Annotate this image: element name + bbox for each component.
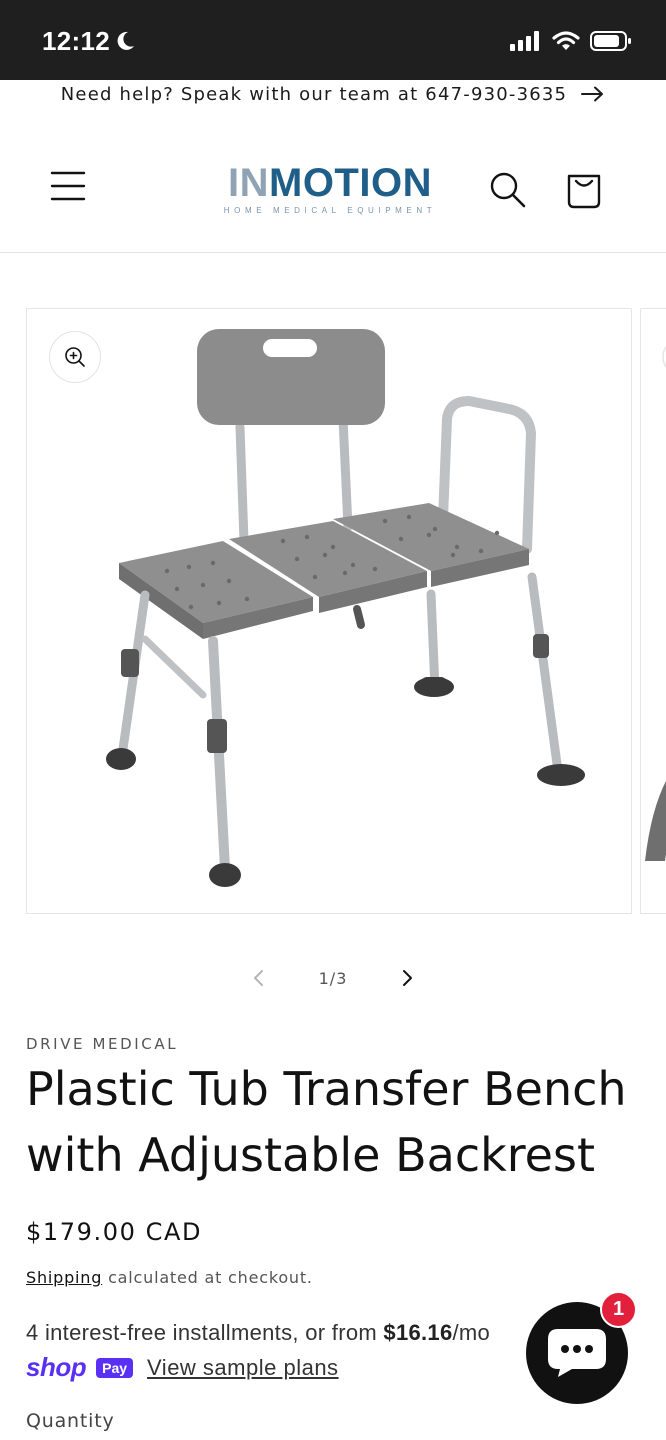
transfer-bench-image <box>106 329 585 887</box>
product-vendor: DRIVE MEDICAL <box>26 1035 179 1053</box>
quantity-label: Quantity <box>26 1410 115 1432</box>
store-logo[interactable]: INMOTION HOME MEDICAL EQUIPMENT <box>216 162 444 218</box>
view-sample-plans-link[interactable]: View sample plans <box>147 1355 339 1381</box>
shop-pay-logo: shop <box>26 1352 87 1382</box>
logo-tagline: HOME MEDICAL EQUIPMENT <box>223 206 437 215</box>
arrow-right-icon <box>581 86 604 102</box>
shipping-note-text: calculated at checkout. <box>102 1268 313 1287</box>
next-product-image-peek[interactable] <box>640 308 666 914</box>
chat-notification-badge: 1 <box>600 1291 637 1328</box>
shop-pay-badge: Pay <box>96 1357 134 1378</box>
status-time: 12:12 <box>42 26 110 56</box>
chat-bubble-icon <box>548 1329 606 1377</box>
search-icon[interactable] <box>488 170 528 210</box>
logo-in-text: IN <box>228 161 269 205</box>
announcement-text: Need help? Speak with our team at 647-93… <box>60 83 568 105</box>
gallery-controls: 1/3 <box>240 958 426 998</box>
battery-icon <box>590 31 631 51</box>
next-image-thumbnail <box>645 345 666 861</box>
product-image-frame[interactable] <box>26 308 632 914</box>
hamburger-menu-icon[interactable] <box>50 170 86 202</box>
moon-icon <box>117 31 134 50</box>
status-bar: 12:12 <box>0 0 666 80</box>
installments-amount: $16.16 <box>383 1320 453 1345</box>
zoom-button[interactable] <box>49 331 101 383</box>
shipping-link[interactable]: Shipping <box>26 1268 102 1287</box>
cart-icon[interactable] <box>564 168 604 210</box>
site-header: INMOTION HOME MEDICAL EQUIPMENT <box>0 120 666 253</box>
installments-prefix: 4 interest-free installments, or from <box>26 1320 384 1345</box>
signal-icon <box>510 31 539 51</box>
installments-suffix: /mo <box>452 1320 491 1345</box>
wifi-icon <box>552 31 580 50</box>
logo-motion-text: MOTION <box>269 161 432 205</box>
chevron-right-icon <box>403 970 412 986</box>
image-counter: 1/3 <box>318 968 348 988</box>
shipping-note: Shipping calculated at checkout. <box>26 1268 313 1287</box>
next-image-button[interactable] <box>390 960 426 996</box>
announcement-bar[interactable]: Need help? Speak with our team at 647-93… <box>0 80 666 108</box>
installments-text: 4 interest-free installments, or from $1… <box>26 1320 546 1346</box>
zoom-in-icon <box>65 347 85 367</box>
product-price: $179.00 CAD <box>26 1218 203 1246</box>
product-title: Plastic Tub Transfer Bench with Adjustab… <box>26 1062 627 1182</box>
chevron-left-icon <box>254 970 263 986</box>
previous-image-button[interactable] <box>240 960 276 996</box>
shop-pay-row: shop Pay View sample plans <box>26 1352 339 1383</box>
